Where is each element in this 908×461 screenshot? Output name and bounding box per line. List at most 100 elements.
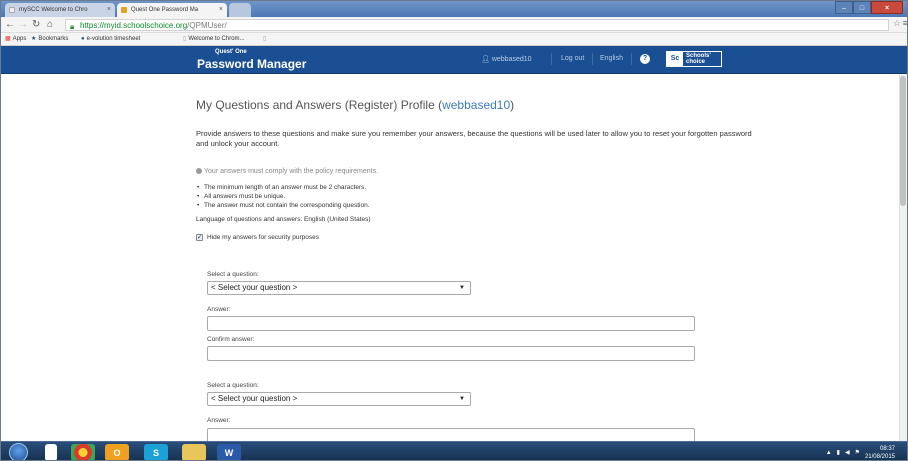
lock-icon: 🔒︎ <box>70 22 75 31</box>
bookmark-evolution[interactable]: ● e-volution timesheet <box>81 33 140 46</box>
maximize-icon[interactable]: □ <box>853 1 871 14</box>
divider <box>631 53 632 65</box>
browser-tab-strip: mySCC Welcome to Chro × Quest One Passwo… <box>1 1 907 17</box>
question-select[interactable]: < Select your question > ▼ <box>207 281 471 295</box>
logo-line2: choice <box>686 59 706 65</box>
policy-rule: The minimum length of an answer must be … <box>197 183 370 192</box>
forward-arrow-icon[interactable]: → <box>18 18 28 32</box>
select-question-label: Select a question: <box>207 271 259 278</box>
bookmark-bookmarks[interactable]: ★ Bookmarks <box>31 33 68 46</box>
logo-badge: Sc <box>667 52 683 66</box>
skype-icon[interactable]: S <box>144 444 168 460</box>
policy-status-icon <box>196 168 202 174</box>
brand-title: Password Manager <box>197 57 307 71</box>
page-icon: ▯ <box>183 36 187 42</box>
policy-rules: The minimum length of an answer must be … <box>197 183 370 210</box>
title-text: My Questions and Answers (Register) Prof… <box>196 98 443 112</box>
outlook-icon[interactable]: O <box>105 444 129 460</box>
bookmark-welcome[interactable]: ▯ Welcome to Chrom... <box>183 33 245 46</box>
language-note: Language of questions and answers: Engli… <box>196 216 371 223</box>
policy-rule: All answers must be unique. <box>197 192 370 201</box>
tab-quest-one[interactable]: Quest One Password Ma × <box>117 3 227 17</box>
confirm-answer-label: Confirm answer: <box>207 336 255 343</box>
volume-icon[interactable]: ◀ <box>845 449 850 456</box>
policy-heading: Your answers must comply with the policy… <box>196 168 378 175</box>
e-logo-icon: ● <box>81 36 85 42</box>
bookmark-label: Apps <box>12 36 27 42</box>
bookmark-apps[interactable]: ▦ Apps <box>5 33 26 46</box>
bookmark-star-icon[interactable]: ☆ <box>893 18 901 29</box>
user-icon: 👤︎ <box>481 56 490 63</box>
page-icon[interactable]: ▯ <box>263 33 266 46</box>
answer-label: Answer: <box>207 417 231 424</box>
reload-icon[interactable]: ↻ <box>32 18 40 32</box>
hide-answers-option[interactable]: ✓ Hide my answers for security purposes <box>196 234 319 241</box>
address-toolbar: ← → ↻ ⌂ 🔒︎ https://myid.schoolschoice.or… <box>1 17 907 33</box>
divider <box>551 53 552 65</box>
select-question-label: Select a question: <box>207 382 259 389</box>
clock[interactable]: 08:37 21/08/2015 <box>865 445 900 461</box>
hide-answers-checkbox[interactable]: ✓ <box>196 234 203 241</box>
clock-time: 08:37 <box>879 445 895 452</box>
network-icon[interactable]: ▮ <box>837 449 840 456</box>
screen: mySCC Welcome to Chro × Quest One Passwo… <box>0 0 908 461</box>
minimize-icon[interactable]: – <box>835 1 853 14</box>
answer-label: Answer: <box>207 306 231 313</box>
help-icon[interactable]: ? <box>640 54 650 64</box>
close-tab-icon[interactable]: × <box>219 3 223 17</box>
apps-grid-icon: ▦ <box>5 36 11 42</box>
new-tab-button[interactable] <box>229 3 251 17</box>
url-path: /QPMUser/ <box>187 21 227 30</box>
schools-choice-logo: Sc Schools' choice <box>666 51 722 67</box>
language-link[interactable]: English <box>600 55 623 62</box>
bookmark-label: Welcome to Chrom... <box>188 36 245 42</box>
bookmark-label: e-volution timesheet <box>86 36 141 42</box>
policy-heading-text: Your answers must comply with the policy… <box>204 168 379 175</box>
intro-text: Provide answers to these questions and m… <box>196 129 752 148</box>
title-suffix: ) <box>510 98 515 112</box>
back-arrow-icon[interactable]: ← <box>5 18 15 32</box>
tab-myscc[interactable]: mySCC Welcome to Chro × <box>5 3 115 17</box>
file-explorer-icon[interactable] <box>45 444 57 460</box>
page-icon <box>9 7 15 13</box>
dropdown-arrow-icon: ▼ <box>459 285 465 291</box>
tab-title: Quest One Password Ma <box>131 7 199 13</box>
close-tab-icon[interactable]: × <box>107 3 111 17</box>
brand-subtitle: Quest' One <box>215 49 247 55</box>
clock-date: 21/08/2015 <box>864 453 895 460</box>
url-host: https://myid.schoolschoice.org <box>80 21 188 30</box>
logout-link[interactable]: Log out <box>561 55 584 62</box>
star-icon: ★ <box>31 36 37 42</box>
chrome-icon[interactable] <box>71 444 95 460</box>
start-button[interactable] <box>9 443 28 460</box>
taskbar: O S W ▲ ▮ ◀ ⚑ 08:37 21/08/2015 <box>1 441 907 461</box>
policy-rule: The answer must not contain the correspo… <box>197 201 369 210</box>
user-account[interactable]: 👤︎ webbased10 <box>481 55 532 63</box>
select-value: < Select your question > <box>211 394 298 403</box>
app-header: Quest' One Password Manager 👤︎ webbased1… <box>1 46 907 74</box>
username-label: webbased10 <box>491 56 532 63</box>
confirm-answer-input[interactable] <box>207 346 695 361</box>
page-title: My Questions and Answers (Register) Prof… <box>196 98 514 112</box>
hide-answers-label: Hide my answers for security purposes <box>207 234 319 241</box>
question-select[interactable]: < Select your question > ▼ <box>207 392 471 406</box>
tray-arrow-icon[interactable]: ▲ <box>826 450 832 456</box>
folder-icon[interactable] <box>182 444 206 460</box>
home-icon[interactable]: ⌂ <box>47 18 53 32</box>
title-username[interactable]: webbased10 <box>442 98 510 112</box>
bookmark-label: Bookmarks <box>38 36 69 42</box>
window-controls: – □ × <box>835 1 903 14</box>
url-input[interactable]: 🔒︎ https://myid.schoolschoice.org/QPMUse… <box>65 19 889 31</box>
bookmarks-bar: ▦ Apps ★ Bookmarks ● e-volution timesheet ▯… <box>1 33 907 46</box>
dropdown-arrow-icon: ▼ <box>459 396 465 402</box>
menu-icon[interactable]: ≡ <box>903 18 907 28</box>
tab-title: mySCC Welcome to Chro <box>19 7 88 13</box>
flag-icon[interactable]: ⚑ <box>855 449 860 456</box>
answer-input[interactable] <box>207 316 695 331</box>
divider <box>592 53 593 65</box>
system-tray: ▲ ▮ ◀ ⚑ 08:37 21/08/2015 <box>826 443 905 461</box>
scrollbar-thumb[interactable] <box>900 76 906 206</box>
word-icon[interactable]: W <box>217 444 241 460</box>
select-value: < Select your question > <box>211 283 298 292</box>
close-window-icon[interactable]: × <box>871 1 903 14</box>
